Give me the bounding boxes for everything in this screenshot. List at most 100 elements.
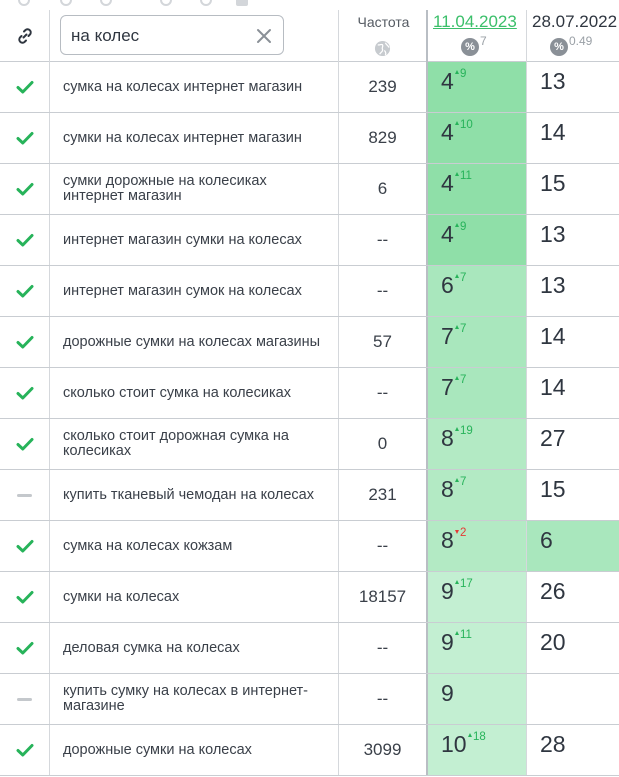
position-cell-date2[interactable]: 15 <box>527 470 619 520</box>
table-row[interactable]: сколько стоит дорожная сумка на колесика… <box>0 419 619 470</box>
row-status-cell[interactable] <box>0 623 50 673</box>
keyword-cell[interactable]: интернет магазин сумок на колесах <box>50 266 339 316</box>
position-cell-date1[interactable]: 67 <box>428 266 527 316</box>
keyword-cell[interactable]: сумка на колесах интернет магазин <box>50 62 339 112</box>
dash-icon[interactable] <box>17 697 32 701</box>
row-status-cell[interactable] <box>0 521 50 571</box>
position-cell-date1[interactable]: 82 <box>428 521 527 571</box>
keyword-cell[interactable]: сумка на колесах кожзам <box>50 521 339 571</box>
check-icon[interactable] <box>16 590 34 604</box>
keyword-cell[interactable]: сумки на колесах интернет магазин <box>50 113 339 163</box>
search-input[interactable] <box>71 25 241 47</box>
table-row[interactable]: дорожные сумки на колесах 3099 10 18 28 <box>0 725 619 776</box>
position-cell-date1[interactable]: 77 <box>428 317 527 367</box>
keyword-cell[interactable]: сколько стоит сумка на колесиках <box>50 368 339 418</box>
row-status-cell[interactable] <box>0 725 50 775</box>
close-icon[interactable] <box>255 27 273 45</box>
position-cell-date2[interactable]: 20 <box>527 623 619 673</box>
position-cell-date1[interactable]: 10 18 <box>428 725 527 775</box>
position-cell-date2[interactable] <box>527 674 619 724</box>
check-icon[interactable] <box>16 539 34 553</box>
table-row[interactable]: сумки на колесах 18157 9 17 26 <box>0 572 619 623</box>
position-cell-date2[interactable]: 27 <box>527 419 619 469</box>
check-icon[interactable] <box>16 641 34 655</box>
keyword-cell[interactable]: деловая сумка на колесах <box>50 623 339 673</box>
date-label-1[interactable]: 11.04.2023 <box>433 12 517 32</box>
toolbar-icon[interactable] <box>100 0 112 6</box>
table-row[interactable]: сумки на колесах интернет магазин 829 4 10 1… <box>0 113 619 164</box>
table-row[interactable]: сколько стоит сумка на колесиках -- 7 7 14 <box>0 368 619 419</box>
check-icon[interactable] <box>16 80 34 94</box>
row-status-cell[interactable] <box>0 215 50 265</box>
date-label-2[interactable]: 28.07.2022 <box>532 12 617 32</box>
table-row[interactable]: сумка на колесах кожзам -- 8 2 6 <box>0 521 619 572</box>
search-box[interactable] <box>60 15 284 55</box>
keyword-cell[interactable]: сумки на колесах <box>50 572 339 622</box>
position-cell-date1[interactable]: 9 <box>428 674 527 724</box>
table-row[interactable]: купить тканевый чемодан на колесах 231 8 7 1… <box>0 470 619 521</box>
row-status-cell[interactable] <box>0 164 50 214</box>
toolbar-icon[interactable] <box>236 0 248 6</box>
row-status-cell[interactable] <box>0 266 50 316</box>
position-cell-date2[interactable]: 14 <box>527 368 619 418</box>
keyword-cell[interactable]: купить сумку на колесах в интернет-магаз… <box>50 674 339 724</box>
dash-icon[interactable] <box>17 493 32 497</box>
toolbar-icon[interactable] <box>160 0 172 6</box>
keyword-cell[interactable]: дорожные сумки на колесах магазины <box>50 317 339 367</box>
check-icon[interactable] <box>16 386 34 400</box>
position-cell-date2[interactable]: 6 <box>527 521 619 571</box>
position-cell-date1[interactable]: 49 <box>428 215 527 265</box>
row-status-cell[interactable] <box>0 62 50 112</box>
table-row[interactable]: деловая сумка на колесах -- 9 11 20 <box>0 623 619 674</box>
table-row[interactable]: интернет магазин сумок на колесах -- 6 7 13 <box>0 266 619 317</box>
date-column-header-1[interactable]: 11.04.2023 % 7 <box>428 10 527 62</box>
position-cell-date1[interactable]: 49 <box>428 62 527 112</box>
position-cell-date1[interactable]: 4 11 <box>428 164 527 214</box>
check-icon[interactable] <box>16 131 34 145</box>
keyword-cell[interactable]: интернет магазин сумки на колесах <box>50 215 339 265</box>
keyword-cell[interactable]: купить тканевый чемодан на колесах <box>50 470 339 520</box>
position-cell-date2[interactable]: 28 <box>527 725 619 775</box>
table-row[interactable]: интернет магазин сумки на колесах -- 4 9 13 <box>0 215 619 266</box>
row-status-cell[interactable] <box>0 470 50 520</box>
position-cell-date1[interactable]: 87 <box>428 470 527 520</box>
row-status-cell[interactable] <box>0 419 50 469</box>
row-status-cell[interactable] <box>0 113 50 163</box>
row-status-cell[interactable] <box>0 572 50 622</box>
table-row[interactable]: дорожные сумки на колесах магазины 57 7 7 14 <box>0 317 619 368</box>
position-cell-date2[interactable]: 13 <box>527 266 619 316</box>
keyword-cell[interactable]: дорожные сумки на колесах <box>50 725 339 775</box>
position-cell-date1[interactable]: 77 <box>428 368 527 418</box>
position-cell-date2[interactable]: 13 <box>527 62 619 112</box>
position-cell-date2[interactable]: 15 <box>527 164 619 214</box>
toolbar-icon[interactable] <box>200 0 212 6</box>
toolbar-icon[interactable] <box>60 0 72 6</box>
check-icon[interactable] <box>16 233 34 247</box>
keyword-cell[interactable]: сколько стоит дорожная сумка на колесика… <box>50 419 339 469</box>
frequency-column-header[interactable]: Частота <box>339 10 428 62</box>
position-cell-date1[interactable]: 4 10 <box>428 113 527 163</box>
toolbar-icon[interactable] <box>18 0 30 6</box>
position-cell-date1[interactable]: 8 19 <box>428 419 527 469</box>
check-icon[interactable] <box>16 335 34 349</box>
link-icon[interactable] <box>15 26 35 46</box>
position-cell-date1[interactable]: 9 11 <box>428 623 527 673</box>
table-row[interactable]: сумка на колесах интернет магазин 239 4 9 13 <box>0 62 619 113</box>
position-cell-date2[interactable]: 13 <box>527 215 619 265</box>
row-status-cell[interactable] <box>0 317 50 367</box>
check-icon[interactable] <box>16 743 34 757</box>
table-row[interactable]: купить сумку на колесах в интернет-магаз… <box>0 674 619 725</box>
row-status-cell[interactable] <box>0 674 50 724</box>
check-icon[interactable] <box>16 182 34 196</box>
position-cell-date2[interactable]: 26 <box>527 572 619 622</box>
check-icon[interactable] <box>16 437 34 451</box>
row-status-cell[interactable] <box>0 368 50 418</box>
table-row[interactable]: сумки дорожные на колесиках интернет маг… <box>0 164 619 215</box>
check-icon[interactable] <box>16 284 34 298</box>
keyword-cell[interactable]: сумки дорожные на колесиках интернет маг… <box>50 164 339 214</box>
position-cell-date1[interactable]: 9 17 <box>428 572 527 622</box>
position-cell-date2[interactable]: 14 <box>527 113 619 163</box>
link-column-header[interactable] <box>0 10 50 62</box>
position-cell-date2[interactable]: 14 <box>527 317 619 367</box>
date-column-header-2[interactable]: 28.07.2022 % 0.49 <box>527 10 619 62</box>
